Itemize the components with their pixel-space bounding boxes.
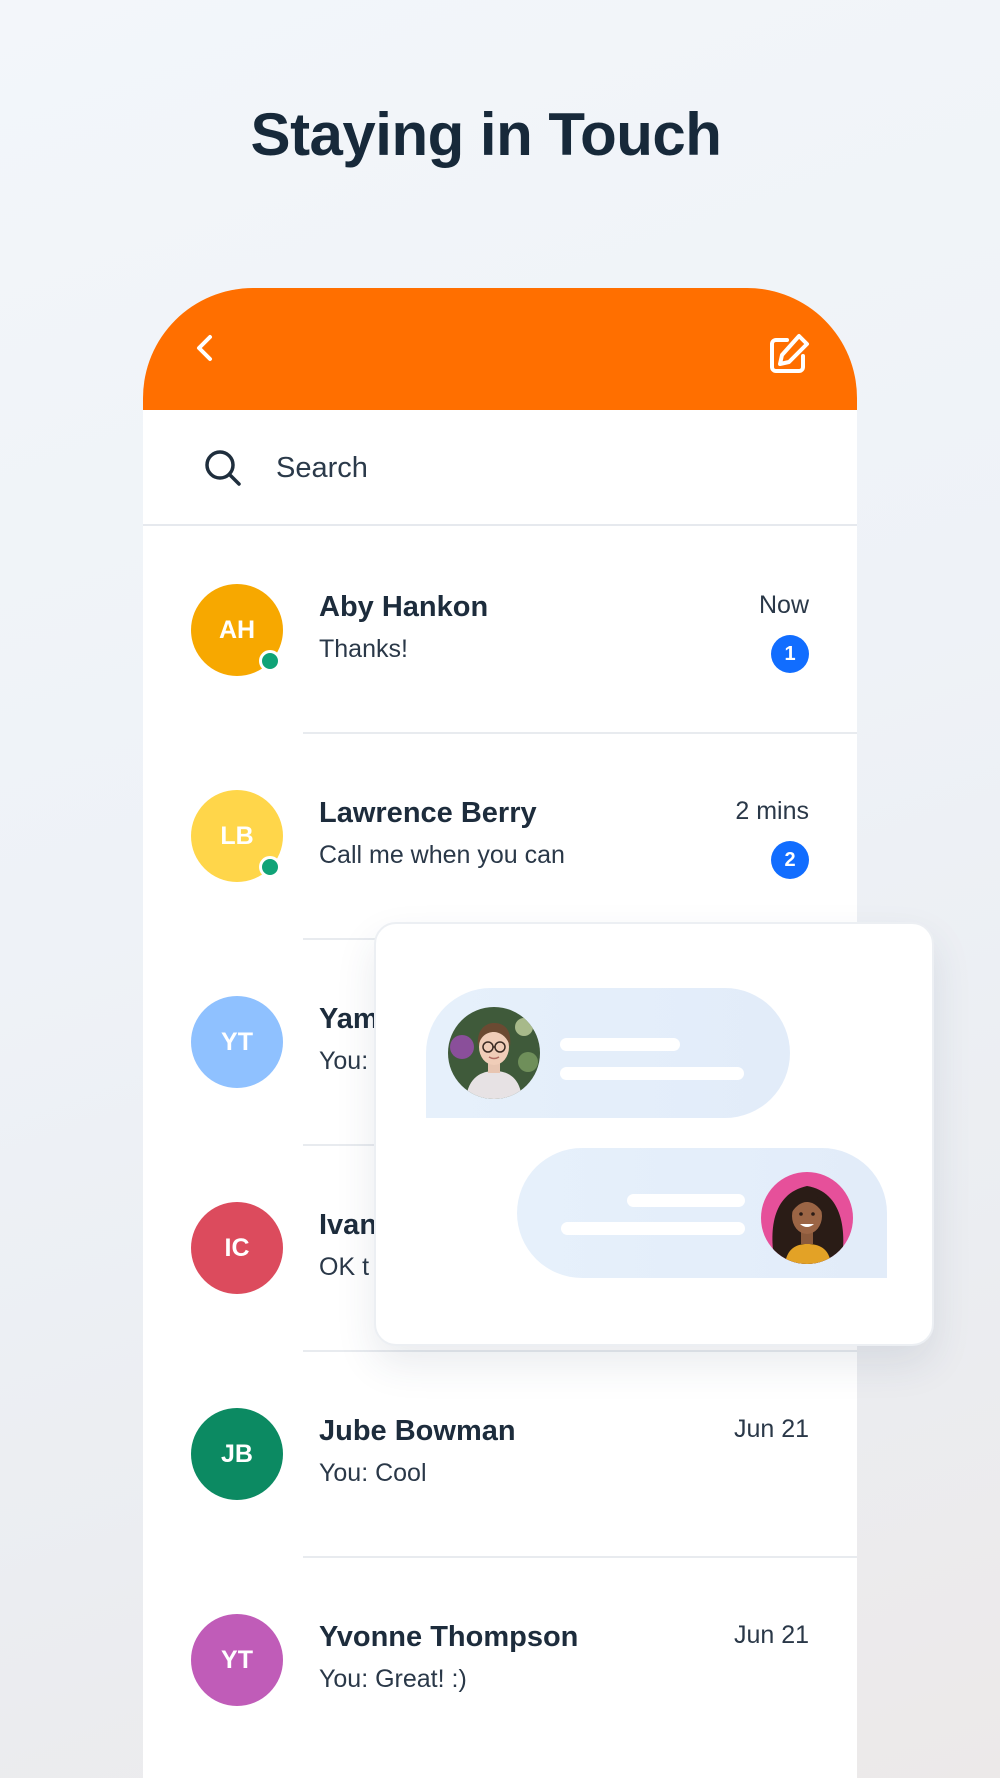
contact-name: Jube Bowman (319, 1415, 516, 1447)
contact-name: Yvonne Thompson (319, 1621, 579, 1653)
search-input[interactable] (276, 446, 796, 490)
message-time: Jun 21 (733, 1415, 809, 1443)
conversation-row[interactable]: LB Lawrence Berry Call me when you can 2… (143, 734, 857, 940)
online-status-dot (259, 856, 281, 878)
message-time: 2 mins (735, 797, 809, 825)
conversation-row[interactable]: JB Jube Bowman You: Cool Jun 21 (143, 1352, 857, 1558)
compose-edit-icon (770, 334, 809, 373)
message-line-placeholder (560, 1067, 744, 1080)
search-bar (143, 410, 857, 526)
unread-badge: 1 (771, 635, 809, 673)
avatar: IC (191, 1202, 283, 1294)
message-preview: You: Great! :) (319, 1665, 467, 1693)
back-button[interactable] (183, 326, 227, 370)
online-status-dot (259, 650, 281, 672)
message-preview: You: Cool (319, 1459, 427, 1487)
message-line-placeholder (561, 1222, 745, 1235)
app-header (143, 288, 857, 410)
search-icon (205, 450, 241, 486)
incoming-message-bubble (426, 988, 790, 1118)
contact-name: Yam (319, 1003, 379, 1035)
message-line-placeholder (560, 1038, 680, 1051)
conversation-row[interactable]: YT Yvonne Thompson You: Great! :) Jun 21 (143, 1558, 857, 1764)
compose-button[interactable] (765, 332, 811, 378)
page-headline: Staying in Touch (250, 101, 722, 168)
message-preview: OK t (319, 1253, 370, 1281)
contact-name: Aby Hankon (319, 591, 489, 623)
message-preview: Call me when you can (319, 841, 565, 869)
smiling-woman-curly-hair-photo (761, 1172, 853, 1264)
message-time: Jun 21 (733, 1621, 809, 1649)
message-line-placeholder (627, 1194, 745, 1207)
avatar: YT (191, 1614, 283, 1706)
unread-badge: 2 (771, 841, 809, 879)
message-preview: You: (319, 1047, 369, 1075)
message-time: Now (758, 591, 809, 619)
contact-name: Ivan (319, 1209, 378, 1241)
outgoing-message-bubble (517, 1148, 887, 1278)
message-preview: Thanks! (319, 635, 408, 663)
woman-with-glasses-photo (448, 1007, 540, 1099)
contact-name: Lawrence Berry (319, 797, 537, 829)
avatar: JB (191, 1408, 283, 1500)
conversation-row[interactable]: AH Aby Hankon Thanks! Now 1 (143, 528, 857, 734)
avatar: YT (191, 996, 283, 1088)
chat-preview-card (374, 922, 934, 1346)
chevron-left-icon (197, 335, 212, 361)
